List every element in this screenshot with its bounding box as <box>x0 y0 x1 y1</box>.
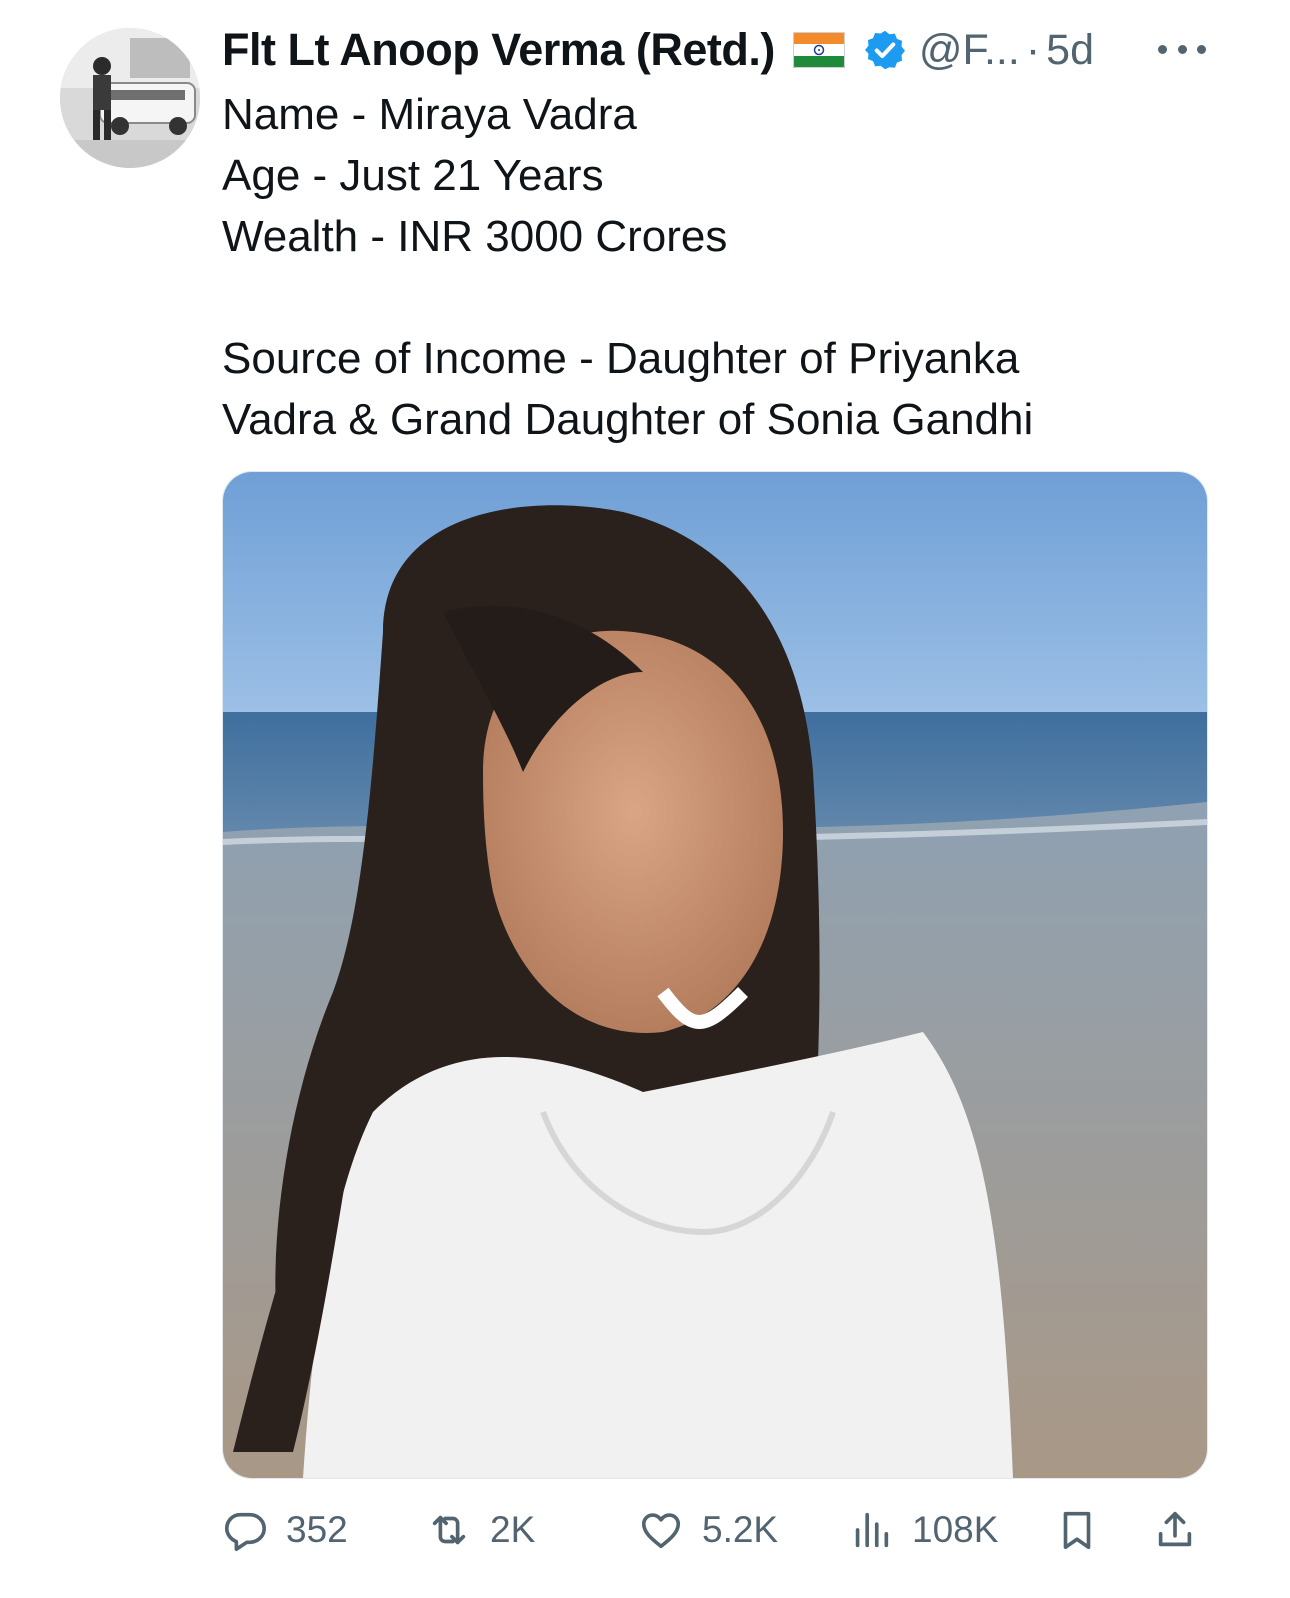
tweet-header: Flt Lt Anoop Verma (Retd.) @F... · 5d <box>222 22 1094 78</box>
author-handle[interactable]: @F... <box>919 26 1020 75</box>
header-separator: · <box>1025 25 1041 74</box>
india-flag-icon <box>792 32 845 68</box>
share-icon <box>1158 1511 1192 1547</box>
heart-icon <box>641 1513 681 1549</box>
share-button[interactable] <box>1152 1500 1198 1560</box>
reply-icon <box>224 1512 266 1551</box>
tweet[interactable]: Flt Lt Anoop Verma (Retd.) @F... · 5d Na… <box>0 0 1290 1598</box>
more-dot-icon <box>1177 44 1187 54</box>
repost-button[interactable]: 2K <box>426 1500 535 1560</box>
author-display-name[interactable]: Flt Lt Anoop Verma (Retd.) <box>222 24 775 76</box>
like-button[interactable]: 5.2K <box>638 1500 778 1560</box>
tweet-text: Name - Miraya Vadra Age - Just 21 Years … <box>222 84 1222 450</box>
bookmark-button[interactable] <box>1054 1500 1100 1560</box>
tweet-line-age: Age - Just 21 Years <box>222 151 604 200</box>
more-options-button[interactable] <box>1158 34 1206 64</box>
tweet-line-wealth: Wealth - INR 3000 Crores <box>222 212 728 261</box>
bookmark-icon <box>1063 1511 1091 1550</box>
reply-button[interactable]: 352 <box>222 1500 348 1560</box>
tweet-line-name: Name - Miraya Vadra <box>222 90 637 139</box>
author-avatar[interactable] <box>60 28 200 168</box>
verified-badge-icon[interactable] <box>863 28 907 72</box>
more-dot-icon <box>1197 44 1206 54</box>
avatar-image <box>60 28 200 168</box>
tweet-actions: 352 2K 5.2K 108K <box>222 1500 1212 1560</box>
tweet-line-source-cont: Vadra & Grand Daughter of Sonia Gandhi <box>222 395 1034 444</box>
views-chart-icon <box>855 1512 889 1548</box>
tweet-timestamp[interactable]: 5d <box>1046 26 1094 75</box>
repost-count: 2K <box>490 1509 536 1550</box>
like-count: 5.2K <box>702 1509 779 1550</box>
beach-portrait-image <box>223 472 1207 1478</box>
views-count: 108K <box>912 1509 999 1550</box>
tweet-photo[interactable] <box>222 471 1208 1479</box>
tweet-line-source: Source of Income - Daughter of Priyanka <box>222 334 1020 383</box>
more-dot-icon <box>1158 44 1167 54</box>
views-button[interactable]: 108K <box>848 1500 998 1560</box>
reply-count: 352 <box>286 1509 348 1550</box>
repost-icon <box>432 1515 466 1545</box>
